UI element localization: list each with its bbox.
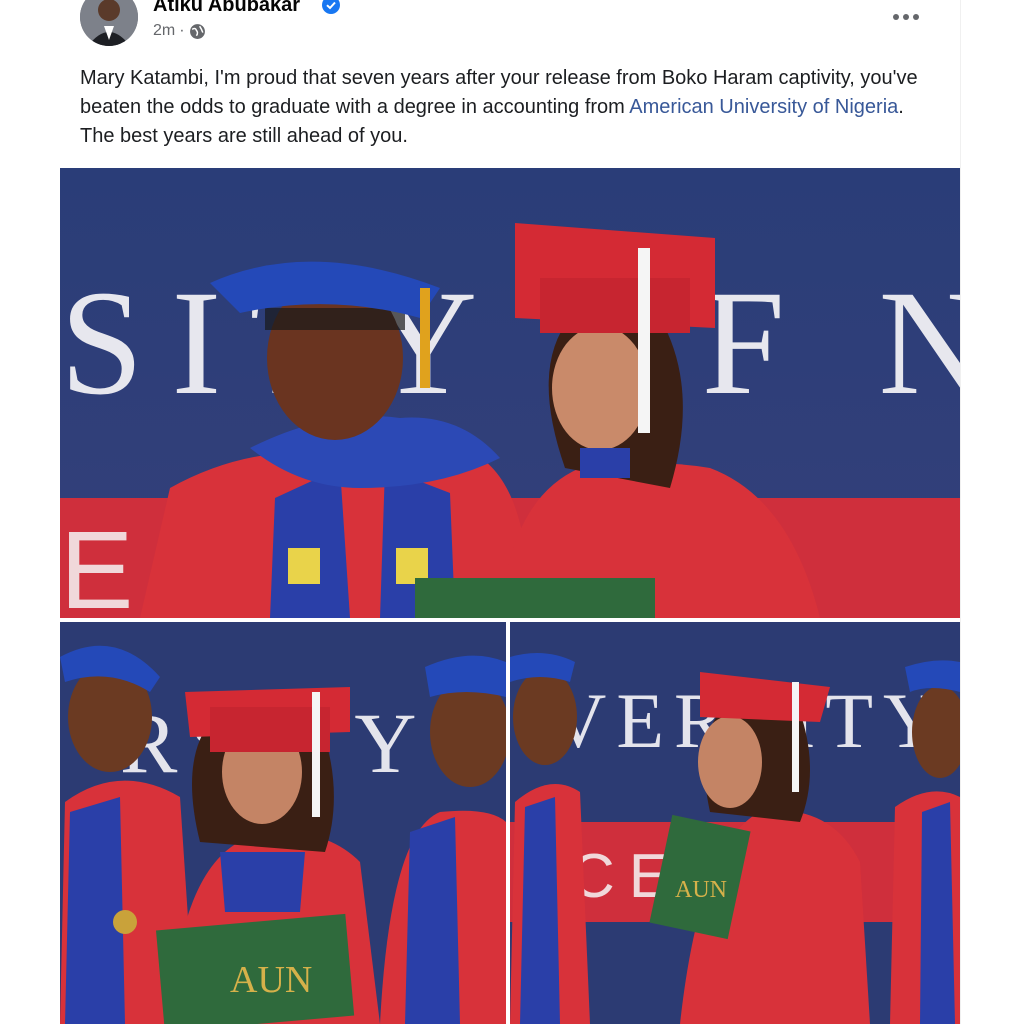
post-photo-bottom-right[interactable]: VERSITY CE AUN — [510, 622, 960, 1024]
globe-icon[interactable] — [189, 23, 206, 40]
author-name[interactable]: Atiku Abubakar — [153, 0, 300, 17]
avatar-image — [80, 0, 138, 46]
post-photo-main[interactable]: SITY OF N E M — [60, 168, 960, 618]
graduation-photo-main: SITY OF N E M — [60, 168, 960, 618]
post-timestamp[interactable]: 2m — [153, 22, 175, 40]
more-dot-icon — [913, 14, 919, 20]
post-text: Mary Katambi, I'm proud that seven years… — [80, 64, 940, 151]
diploma-text: AUN — [675, 877, 727, 903]
graduation-photo-bottom-right: VERSITY CE AUN — [510, 622, 960, 1024]
university-link[interactable]: American University of Nigeria — [629, 96, 898, 118]
post-card: Atiku Abubakar 2m · Mary Katambi, I'm pr… — [60, 0, 960, 1024]
post-photo-bottom-left[interactable]: RSITY AUN — [60, 622, 506, 1024]
graduation-photo-bottom-left: RSITY AUN — [60, 622, 506, 1024]
post-header: Atiku Abubakar 2m · — [60, 0, 960, 56]
meta-separator: · — [179, 22, 185, 39]
more-dot-icon — [893, 14, 899, 20]
more-options-icon[interactable] — [886, 4, 926, 30]
verified-badge-icon — [322, 0, 340, 14]
right-gutter — [960, 0, 1024, 1024]
more-dot-icon — [903, 14, 909, 20]
diploma-text: AUN — [230, 959, 312, 1001]
post-meta: 2m · — [153, 22, 206, 40]
backdrop-text: SITY OF N — [60, 260, 960, 426]
avatar[interactable] — [80, 0, 138, 46]
